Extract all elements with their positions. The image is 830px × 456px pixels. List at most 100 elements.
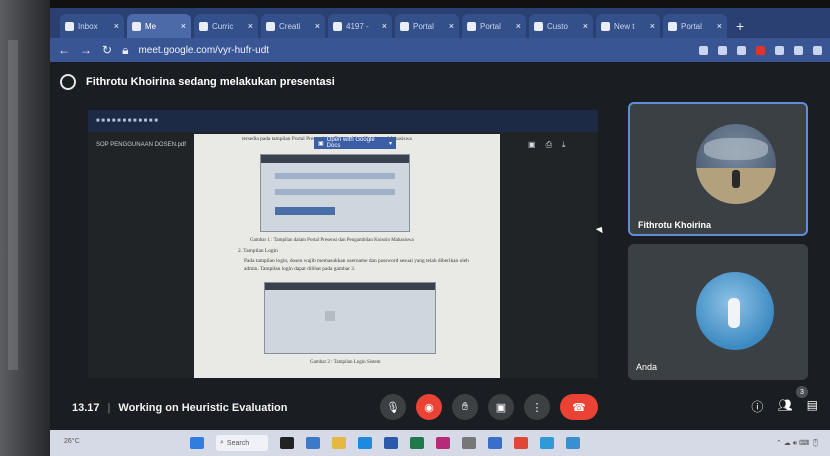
browser-tab-creati[interactable]: Creati × bbox=[261, 14, 325, 38]
search-icon: ⌕ bbox=[220, 439, 224, 446]
globe-icon bbox=[333, 21, 342, 31]
people-count-badge: 3 bbox=[796, 386, 808, 398]
word-icon[interactable] bbox=[384, 437, 398, 449]
address-bar: ← → ↻ 🔒︎ meet.google.com/vyr-hufr-udt bbox=[50, 38, 830, 62]
app-icon[interactable] bbox=[488, 437, 502, 449]
doc-figure-2 bbox=[264, 282, 436, 354]
close-tab-icon[interactable]: × bbox=[717, 21, 722, 31]
start-icon[interactable] bbox=[190, 437, 204, 449]
meet-control-bar: 13.17 | Working on Heuristic Evaluation … bbox=[50, 380, 830, 430]
browser-tab-4197[interactable]: 4197 - × bbox=[328, 14, 392, 38]
browser-tab-new[interactable]: New t × bbox=[596, 14, 660, 38]
app-icon[interactable] bbox=[566, 437, 580, 449]
raise-hand-icon[interactable]: ✋︎ bbox=[452, 394, 478, 420]
chrome-icon[interactable] bbox=[514, 437, 528, 449]
open-with-google-docs-button[interactable]: ▣ Open with Google Docs ▾ bbox=[314, 137, 396, 149]
back-icon[interactable]: ← bbox=[58, 43, 70, 57]
camera-off-icon[interactable]: ◉ bbox=[416, 394, 442, 420]
meet-window: Fithrotu Khoirina sedang melakukan prese… bbox=[50, 62, 830, 430]
portal-icon bbox=[467, 21, 476, 31]
taskbar-search[interactable]: ⌕ Search bbox=[216, 435, 268, 451]
gmail-icon bbox=[65, 21, 74, 31]
microphone-icon[interactable]: 🎙︎ bbox=[380, 394, 406, 420]
download-icon[interactable]: ⤓ bbox=[562, 140, 566, 150]
avatar bbox=[696, 272, 774, 350]
chat-icon[interactable]: ▤ bbox=[807, 398, 818, 415]
meeting-time: 13.17 bbox=[72, 402, 100, 414]
doc-paragraph: Pada tampilan login, dosen wajib memasuk… bbox=[244, 258, 469, 272]
close-tab-icon[interactable]: × bbox=[449, 21, 454, 31]
doc-section-heading: 2. Tampilan Login bbox=[238, 248, 278, 254]
weather-widget[interactable]: 26°C bbox=[64, 438, 80, 445]
new-tab-button[interactable]: + bbox=[730, 18, 750, 38]
browser-tab-portal-1[interactable]: Portal × bbox=[395, 14, 459, 38]
people-icon[interactable]: 👥︎ bbox=[777, 398, 792, 415]
share-icon[interactable] bbox=[718, 45, 727, 55]
edge-icon[interactable] bbox=[358, 437, 372, 449]
participant-tile-self[interactable]: Anda bbox=[628, 244, 808, 380]
close-tab-icon[interactable]: × bbox=[382, 21, 387, 31]
app-icon[interactable] bbox=[462, 437, 476, 449]
app-icon[interactable] bbox=[436, 437, 450, 449]
participant-name: Fithrotu Khoirina bbox=[638, 220, 711, 230]
presenting-banner: Fithrotu Khoirina sedang melakukan prese… bbox=[60, 74, 335, 90]
print-icon[interactable]: ⎙ bbox=[546, 140, 552, 150]
browser-tab-strip: Inbox × Me × Curric × Creati × 4197 - × Porta… bbox=[50, 8, 830, 38]
browser-tab-portal-2[interactable]: Portal × bbox=[462, 14, 526, 38]
separator: | bbox=[107, 402, 111, 414]
excel-icon[interactable] bbox=[410, 437, 424, 449]
browser-tab-meet[interactable]: Me × bbox=[127, 14, 191, 38]
close-tab-icon[interactable]: × bbox=[650, 21, 655, 31]
camera-icon[interactable] bbox=[699, 45, 708, 55]
close-tab-icon[interactable]: × bbox=[516, 21, 521, 31]
windows-taskbar: 26°C ⌕ Search ⌃ ☁ 🔊︎ ⌨ 🔋︎ bbox=[50, 430, 830, 456]
chevron-down-icon: ▾ bbox=[388, 140, 392, 147]
browser-tab-curric[interactable]: Curric × bbox=[194, 14, 258, 38]
pdf-file-name: SOP PENGGUNAAN DOSEN.pdf bbox=[96, 142, 186, 148]
browser-tab-custo[interactable]: Custo × bbox=[529, 14, 593, 38]
trello-icon bbox=[266, 21, 275, 31]
extension-icon[interactable] bbox=[756, 45, 765, 55]
shared-browser-toolbar: ■ ■ ■ ■ ■ ■ ■ ■ ■ ■ ■ ■ bbox=[88, 110, 598, 132]
close-tab-icon[interactable]: × bbox=[114, 21, 119, 31]
portal-icon bbox=[400, 21, 409, 31]
globe-icon bbox=[534, 21, 543, 31]
close-tab-icon[interactable]: × bbox=[583, 21, 588, 31]
participant-name: Anda bbox=[636, 362, 658, 372]
bookmark-star-icon[interactable] bbox=[737, 45, 746, 55]
end-call-button[interactable]: ☎︎ bbox=[560, 394, 598, 420]
lock-icon: 🔒︎ bbox=[122, 42, 129, 57]
doc-icon bbox=[199, 21, 208, 31]
comment-icon[interactable]: ▣ bbox=[528, 140, 536, 150]
file-explorer-icon[interactable] bbox=[332, 437, 346, 449]
portal-icon bbox=[668, 21, 677, 31]
forward-icon[interactable]: → bbox=[80, 43, 92, 57]
extension-icon[interactable] bbox=[775, 45, 784, 55]
docs-icon: ▣ bbox=[318, 140, 324, 147]
close-tab-icon[interactable]: × bbox=[248, 21, 253, 31]
more-options-icon[interactable]: ⋮ bbox=[524, 394, 550, 420]
present-screen-icon[interactable]: ▣ bbox=[488, 394, 514, 420]
puzzle-icon[interactable] bbox=[794, 45, 803, 55]
participant-tile-presenter[interactable]: Fithrotu Khoirina bbox=[628, 102, 808, 236]
chat-app-icon[interactable] bbox=[306, 437, 320, 449]
avatar bbox=[696, 124, 776, 204]
close-tab-icon[interactable]: × bbox=[181, 21, 186, 31]
browser-tab-portal-3[interactable]: Portal × bbox=[663, 14, 727, 38]
url-text[interactable]: meet.google.com/vyr-hufr-udt bbox=[138, 45, 269, 56]
meeting-info: 13.17 | Working on Heuristic Evaluation bbox=[72, 402, 288, 414]
info-icon[interactable]: ⓘ bbox=[751, 398, 763, 415]
reload-icon[interactable]: ↻ bbox=[102, 43, 112, 57]
doc-caption-2: Gambar 2 : Tampilan Login Sistem bbox=[310, 360, 381, 365]
close-tab-icon[interactable]: × bbox=[315, 21, 320, 31]
task-view-icon[interactable] bbox=[280, 437, 294, 449]
browser-tab-inbox[interactable]: Inbox × bbox=[60, 14, 124, 38]
system-tray[interactable]: ⌃ ☁ 🔊︎ ⌨ 🔋︎ bbox=[776, 439, 820, 448]
app-icon[interactable] bbox=[540, 437, 554, 449]
profile-icon[interactable] bbox=[813, 45, 822, 55]
side-controls: ⓘ 👥︎ ▤ bbox=[751, 398, 818, 415]
present-icon bbox=[60, 74, 76, 90]
pdf-viewer-actions: ▣ ⎙ ⤓ bbox=[528, 140, 566, 150]
screen-photo: Inbox × Me × Curric × Creati × 4197 - × Porta… bbox=[0, 0, 830, 456]
meeting-title: Working on Heuristic Evaluation bbox=[118, 402, 288, 414]
